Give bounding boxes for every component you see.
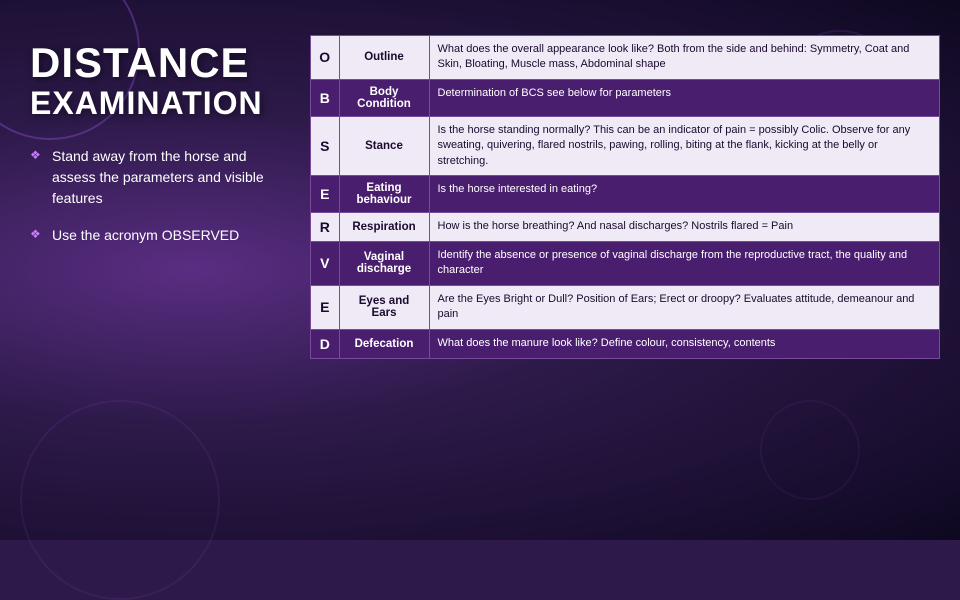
table-cell-letter: D <box>311 329 339 358</box>
table-row: EEyes and EarsAre the Eyes Bright or Dul… <box>311 285 939 329</box>
table-cell-description: Determination of BCS see below for param… <box>429 79 939 116</box>
table-cell-description: How is the horse breathing? And nasal di… <box>429 212 939 241</box>
table-cell-letter: E <box>311 175 339 212</box>
table-cell-term: Vaginal discharge <box>339 241 429 285</box>
table-row: EEating behaviourIs the horse interested… <box>311 175 939 212</box>
table-cell-term: Body Condition <box>339 79 429 116</box>
bullet-list: Stand away from the horse and assess the… <box>30 146 290 262</box>
table-row: VVaginal dischargeIdentify the absence o… <box>311 241 939 285</box>
right-panel: OOutlineWhat does the overall appearance… <box>310 30 940 520</box>
table-cell-description: Identify the absence or presence of vagi… <box>429 241 939 285</box>
table-row: RRespirationHow is the horse breathing? … <box>311 212 939 241</box>
table-cell-description: What does the manure look like? Define c… <box>429 329 939 358</box>
table-wrapper: OOutlineWhat does the overall appearance… <box>310 35 940 359</box>
table-cell-letter: S <box>311 116 339 175</box>
observed-table: OOutlineWhat does the overall appearance… <box>311 36 939 358</box>
table-cell-description: Are the Eyes Bright or Dull? Position of… <box>429 285 939 329</box>
bullet-item-2: Use the acronym OBSERVED <box>30 225 290 246</box>
table-cell-description: Is the horse standing normally? This can… <box>429 116 939 175</box>
table-cell-term: Outline <box>339 36 429 79</box>
table-cell-term: Defecation <box>339 329 429 358</box>
left-panel: DISTANCE EXAMINATION Stand away from the… <box>30 30 310 520</box>
main-content: DISTANCE EXAMINATION Stand away from the… <box>0 0 960 540</box>
table-cell-description: Is the horse interested in eating? <box>429 175 939 212</box>
table-cell-letter: V <box>311 241 339 285</box>
bullet-item-1: Stand away from the horse and assess the… <box>30 146 290 209</box>
table-cell-term: Stance <box>339 116 429 175</box>
table-cell-term: Eyes and Ears <box>339 285 429 329</box>
table-row: SStanceIs the horse standing normally? T… <box>311 116 939 175</box>
table-cell-letter: E <box>311 285 339 329</box>
table-row: OOutlineWhat does the overall appearance… <box>311 36 939 79</box>
table-cell-term: Respiration <box>339 212 429 241</box>
table-cell-letter: O <box>311 36 339 79</box>
table-row: BBody ConditionDetermination of BCS see … <box>311 79 939 116</box>
table-cell-description: What does the overall appearance look li… <box>429 36 939 79</box>
table-cell-letter: R <box>311 212 339 241</box>
title-line2: EXAMINATION <box>30 86 290 121</box>
title-line1: DISTANCE <box>30 40 290 86</box>
table-cell-term: Eating behaviour <box>339 175 429 212</box>
table-cell-letter: B <box>311 79 339 116</box>
table-row: DDefecationWhat does the manure look lik… <box>311 329 939 358</box>
